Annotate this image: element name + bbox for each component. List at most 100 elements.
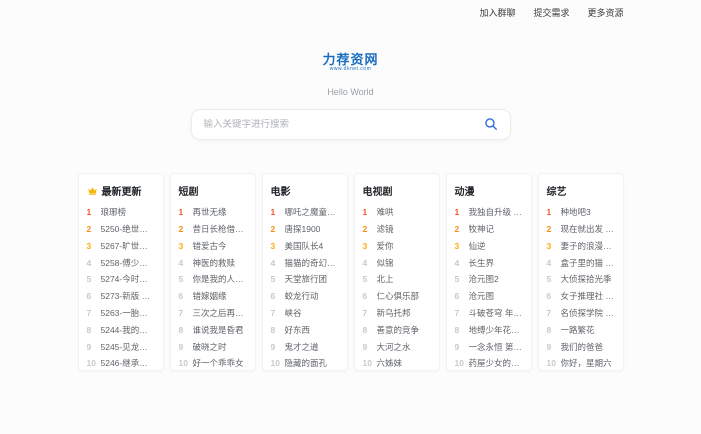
rank-item[interactable]: 1 种地吧3 [547, 204, 615, 221]
rank-item[interactable]: 8 好东西 [271, 321, 339, 338]
rank-item[interactable]: 3 妻子的浪漫旅行20... [547, 237, 615, 254]
crown-icon [87, 187, 97, 195]
rank-item[interactable]: 9 5245-见龙卸甲 (... [87, 338, 155, 355]
rank-item[interactable]: 9 破晓之时 [179, 338, 247, 355]
ranking-card-电影: 电影 1 哪吒之魔童闹海 2 唐探1900 3 美国队长4 4 猫猫的奇幻漂流 5 天堂旅行团 6 蛟… [261, 172, 348, 371]
rank-number: 1 [362, 207, 368, 218]
card-title: 动漫 [454, 186, 475, 198]
rank-item[interactable]: 10 你好，星期六 [546, 355, 615, 370]
rank-title: 长生界 [468, 257, 495, 268]
rank-title: 好东西 [284, 324, 311, 335]
rank-item[interactable]: 2 5250-绝世龙尊 (... [87, 221, 155, 238]
rank-item[interactable]: 9 大河之水 [363, 338, 431, 355]
nav-submit-request[interactable]: 提交需求 [533, 6, 569, 19]
rank-item[interactable]: 10 5246-继承者的... [86, 355, 155, 370]
search-icon[interactable] [484, 117, 498, 131]
rank-item[interactable]: 6 仁心俱乐部 [363, 288, 431, 305]
rank-title: 美国队长4 [284, 240, 324, 251]
rank-item[interactable]: 5 沧元图2 [455, 271, 523, 288]
rank-item[interactable]: 4 神医的救赎 [179, 254, 247, 271]
rank-item[interactable]: 10 六姊妹 [363, 355, 431, 370]
rank-item[interactable]: 7 三次之后再也不见 [179, 305, 247, 322]
rank-item[interactable]: 4 猫猫的奇幻漂流 [271, 254, 339, 271]
rank-number: 6 [178, 291, 184, 302]
rank-item[interactable]: 2 唐探1900 [271, 221, 339, 238]
rank-number: 5 [178, 274, 184, 285]
rank-item[interactable]: 6 5273-新版 我被困... [87, 288, 155, 305]
rank-item[interactable]: 9 一念永恒 第三季 [455, 338, 523, 355]
rank-number: 1 [178, 207, 184, 218]
rank-item[interactable]: 6 错嫁姻缘 [179, 288, 247, 305]
rank-item[interactable]: 1 哪吒之魔童闹海 [271, 204, 339, 221]
rank-item[interactable]: 8 地缚少年花子君 第... [455, 321, 523, 338]
rank-number: 10 [178, 358, 188, 369]
rank-item[interactable]: 8 善意的竞争 [363, 321, 431, 338]
rank-item[interactable]: 6 女子推理社 第二季 [547, 288, 615, 305]
rank-item[interactable]: 2 滤镜 [363, 221, 431, 238]
rank-item[interactable]: 5 大侦探拾光季 [547, 271, 615, 288]
rank-item[interactable]: 5 北上 [363, 271, 431, 288]
rank-item[interactable]: 8 一路繁花 [547, 321, 615, 338]
rank-list: 1 难哄 2 滤镜 3 爱你 4 似锦 5 北上 6 仁心俱乐部 7 新乌托邦 8 善意的竞争 9 大河之水 10 六… [363, 204, 431, 370]
rank-number: 10 [454, 358, 464, 369]
rank-item[interactable]: 4 似锦 [363, 254, 431, 271]
rank-title: 我独自升级 第二季... [468, 207, 523, 218]
rank-item[interactable]: 7 名侦探学院 第八季 [547, 305, 615, 322]
rank-item[interactable]: 7 5263-一胎双宝, ... [87, 305, 155, 322]
rank-title: 你好，星期六 [560, 358, 612, 369]
rank-title: 斗破苍穹 年番3 [468, 307, 523, 318]
rank-item[interactable]: 1 我独自升级 第二季... [455, 204, 523, 221]
site-logo[interactable]: 力荐资网 www.dknet.com [78, 52, 624, 73]
card-title: 综艺 [546, 186, 567, 198]
rank-item[interactable]: 10 隐藏的面孔 [271, 355, 339, 370]
search-input[interactable] [203, 118, 484, 130]
rank-item[interactable]: 1 再世无缘 [179, 204, 247, 221]
rank-item[interactable]: 6 蛟龙行动 [271, 288, 339, 305]
rank-item[interactable]: 3 错爱古今 [179, 237, 247, 254]
rank-item[interactable]: 1 琅琊榜 [87, 204, 155, 221]
rank-item[interactable]: 2 昔日长枪借马归 [179, 221, 247, 238]
rank-title: 错爱古今 [192, 240, 227, 251]
rank-number: 1 [86, 207, 92, 218]
rank-item[interactable]: 2 现在就出发 第二季 [547, 221, 615, 238]
rank-item[interactable]: 8 5244-我的弟子全... [87, 321, 155, 338]
nav-more-resources[interactable]: 更多资源 [587, 6, 623, 19]
rank-title: 地缚少年花子君 第... [468, 324, 523, 335]
rank-item[interactable]: 10 药屋少女的呢喃 ... [454, 355, 523, 370]
rank-item[interactable]: 8 谁说我是昏君 [179, 321, 247, 338]
rank-item[interactable]: 4 盒子里的猫 第二季 [547, 254, 615, 271]
rank-item[interactable]: 6 沧元图 [455, 288, 523, 305]
rank-number: 6 [454, 291, 460, 302]
rank-item[interactable]: 9 我们的爸爸 [547, 338, 615, 355]
rank-number: 3 [270, 240, 276, 251]
nav-join-group[interactable]: 加入群聊 [479, 6, 515, 19]
rank-item[interactable]: 3 美国队长4 [271, 237, 339, 254]
rank-item[interactable]: 7 斗破苍穹 年番3 [455, 305, 523, 322]
rank-item[interactable]: 4 5258-傅少求求你... [87, 254, 155, 271]
rank-number: 7 [178, 307, 184, 318]
rank-item[interactable]: 1 难哄 [363, 204, 431, 221]
rank-item[interactable]: 4 长生界 [455, 254, 523, 271]
rank-item[interactable]: 5 天堂旅行团 [271, 271, 339, 288]
rank-number: 7 [362, 307, 368, 318]
rank-number: 1 [546, 207, 552, 218]
rank-item[interactable]: 5 5274-今时重逢不... [87, 271, 155, 288]
rank-item[interactable]: 7 新乌托邦 [363, 305, 431, 322]
rank-title: 盒子里的猫 第二季 [560, 257, 615, 268]
rank-item[interactable]: 3 5267-旷世医仙(10... [87, 237, 155, 254]
rank-item[interactable]: 3 爱你 [363, 237, 431, 254]
rank-number: 10 [546, 358, 556, 369]
rank-number: 4 [454, 257, 460, 268]
rank-item[interactable]: 7 峡谷 [271, 305, 339, 322]
card-title: 电影 [270, 186, 291, 198]
rank-title: 名侦探学院 第八季 [560, 307, 615, 318]
rank-item[interactable]: 3 仙逆 [455, 237, 523, 254]
rank-item[interactable]: 9 鬼才之道 [271, 338, 339, 355]
rank-number: 3 [178, 240, 184, 251]
rank-item[interactable]: 2 牧神记 [455, 221, 523, 238]
rank-title: 天堂旅行团 [284, 274, 328, 285]
rank-number: 10 [86, 358, 96, 369]
rank-item[interactable]: 10 好一个乖乖女 [178, 355, 247, 370]
rank-item[interactable]: 5 你是我的人间烟火 [179, 271, 247, 288]
search-bar[interactable] [190, 108, 511, 140]
